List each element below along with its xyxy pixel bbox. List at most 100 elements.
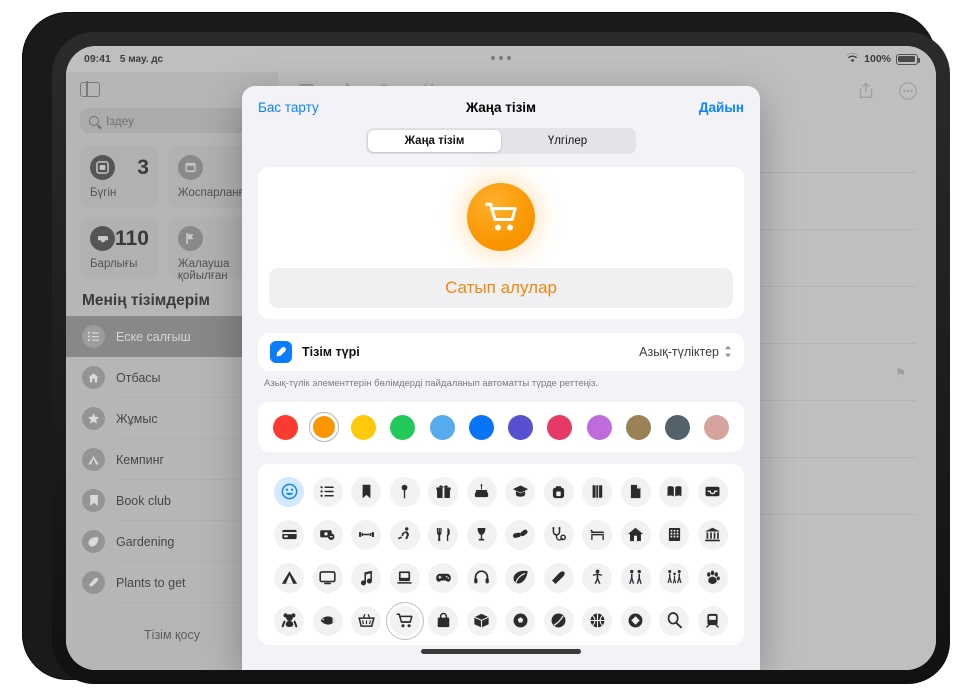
list-bullet-icon [313, 477, 343, 507]
glyph-option-music-note[interactable] [347, 561, 386, 594]
glyph-option-bookmark[interactable] [347, 475, 386, 508]
glyph-option-document[interactable] [617, 475, 656, 508]
glyph-option-fish[interactable] [309, 604, 348, 637]
wine-glass-icon [467, 520, 497, 550]
glyph-option-books[interactable] [578, 475, 617, 508]
football-icon [544, 606, 574, 636]
list-type-row[interactable]: Тізім түрі Азық-түліктер [270, 333, 732, 371]
birthday-cake-icon [467, 477, 497, 507]
glyph-option-shopping-cart[interactable] [386, 604, 425, 637]
color-dot [508, 415, 533, 440]
list-name-value: Сатып алулар [445, 278, 557, 298]
box-icon [467, 606, 497, 636]
glyph-option-open-book[interactable] [655, 475, 694, 508]
color-swatch-pink[interactable] [545, 412, 575, 442]
smiley-icon [274, 477, 304, 507]
family-icon [659, 563, 689, 593]
glyph-option-gift[interactable] [424, 475, 463, 508]
color-swatch-green[interactable] [388, 412, 418, 442]
fish-icon [313, 606, 343, 636]
glyph-option-stethoscope[interactable] [540, 518, 579, 551]
glyph-option-two-people[interactable] [617, 561, 656, 594]
glyph-option-person[interactable] [578, 561, 617, 594]
home-indicator[interactable] [421, 649, 581, 654]
music-note-icon [351, 563, 381, 593]
color-dot [351, 415, 376, 440]
glyph-option-pills[interactable] [501, 518, 540, 551]
glyph-option-football[interactable] [540, 604, 579, 637]
glyph-option-birthday-cake[interactable] [463, 475, 502, 508]
glyph-option-leaf[interactable] [501, 561, 540, 594]
color-swatch-slate[interactable] [663, 412, 693, 442]
glyph-option-pin[interactable] [386, 475, 425, 508]
glyph-option-runner[interactable] [386, 518, 425, 551]
color-dot [390, 415, 415, 440]
color-swatch-brown[interactable] [623, 412, 653, 442]
glyph-option-wine-glass[interactable] [463, 518, 502, 551]
color-dot [313, 416, 335, 438]
color-dot [587, 415, 612, 440]
glyph-option-baseball-diamond[interactable] [617, 604, 656, 637]
glyph-option-monitor[interactable] [309, 561, 348, 594]
glyph-option-dumbbell[interactable] [347, 518, 386, 551]
glyph-option-tennis-racket[interactable] [655, 604, 694, 637]
done-button[interactable]: Дайын [699, 100, 744, 115]
color-swatch-red[interactable] [270, 412, 300, 442]
glyph-option-credit-card[interactable] [270, 518, 309, 551]
glyph-option-basket[interactable] [347, 604, 386, 637]
headphones-icon [467, 563, 497, 593]
color-swatch-blue[interactable] [466, 412, 496, 442]
shopping-cart-icon [390, 606, 420, 636]
glyph-option-carrot[interactable] [540, 561, 579, 594]
basketball-icon [582, 606, 612, 636]
leaf-icon [505, 563, 535, 593]
glyph-option-tram[interactable] [694, 604, 733, 637]
glyph-option-soccer-ball[interactable] [501, 604, 540, 637]
tent-icon [274, 563, 304, 593]
tab-new-list[interactable]: Жаңа тізім [368, 130, 501, 152]
glyph-option-basketball[interactable] [578, 604, 617, 637]
shopping-cart-icon[interactable] [467, 183, 535, 251]
glyph-option-paw[interactable] [694, 561, 733, 594]
color-swatch-purple[interactable] [584, 412, 614, 442]
sheet-navigation-bar: Бас тарту Жаңа тізім Дайын [242, 86, 760, 128]
glyph-option-bench[interactable] [578, 518, 617, 551]
glyph-option-shopping-bag[interactable] [424, 604, 463, 637]
glyph-option-house[interactable] [617, 518, 656, 551]
glyph-picker [258, 464, 744, 645]
pills-icon [505, 520, 535, 550]
glyph-option-graduation-cap[interactable] [501, 475, 540, 508]
color-dot [626, 415, 651, 440]
color-swatch-orange[interactable] [309, 412, 339, 442]
glyph-option-bank[interactable] [694, 518, 733, 551]
glyph-option-tent[interactable] [270, 561, 309, 594]
glyph-option-smiley[interactable] [270, 475, 309, 508]
list-name-input[interactable]: Сатып алулар [269, 268, 733, 308]
list-type-value[interactable]: Азық-түліктер [639, 345, 732, 360]
glyph-option-backpack[interactable] [540, 475, 579, 508]
chevron-up-down-icon [724, 345, 732, 360]
glyph-option-tray[interactable] [694, 475, 733, 508]
glyph-option-teddy-bear[interactable] [270, 604, 309, 637]
tab-templates[interactable]: Үлгілер [501, 130, 634, 152]
person-icon [582, 563, 612, 593]
glyph-option-headphones[interactable] [463, 561, 502, 594]
house-icon [621, 520, 651, 550]
credit-card-icon [274, 520, 304, 550]
glyph-option-banknote[interactable] [309, 518, 348, 551]
color-swatch-light-blue[interactable] [427, 412, 457, 442]
color-dot [704, 415, 729, 440]
color-swatch-indigo[interactable] [506, 412, 536, 442]
glyph-option-laptop[interactable] [386, 561, 425, 594]
glyph-option-game-controller[interactable] [424, 561, 463, 594]
fork-knife-icon [428, 520, 458, 550]
glyph-option-family[interactable] [655, 561, 694, 594]
tray-icon [698, 477, 728, 507]
glyph-option-fork-knife[interactable] [424, 518, 463, 551]
color-swatch-yellow[interactable] [349, 412, 379, 442]
glyph-option-list-bullet[interactable] [309, 475, 348, 508]
color-swatch-dusty-rose[interactable] [702, 412, 732, 442]
glyph-option-building[interactable] [655, 518, 694, 551]
glyph-option-box[interactable] [463, 604, 502, 637]
list-type-card: Тізім түрі Азық-түліктер [258, 333, 744, 371]
